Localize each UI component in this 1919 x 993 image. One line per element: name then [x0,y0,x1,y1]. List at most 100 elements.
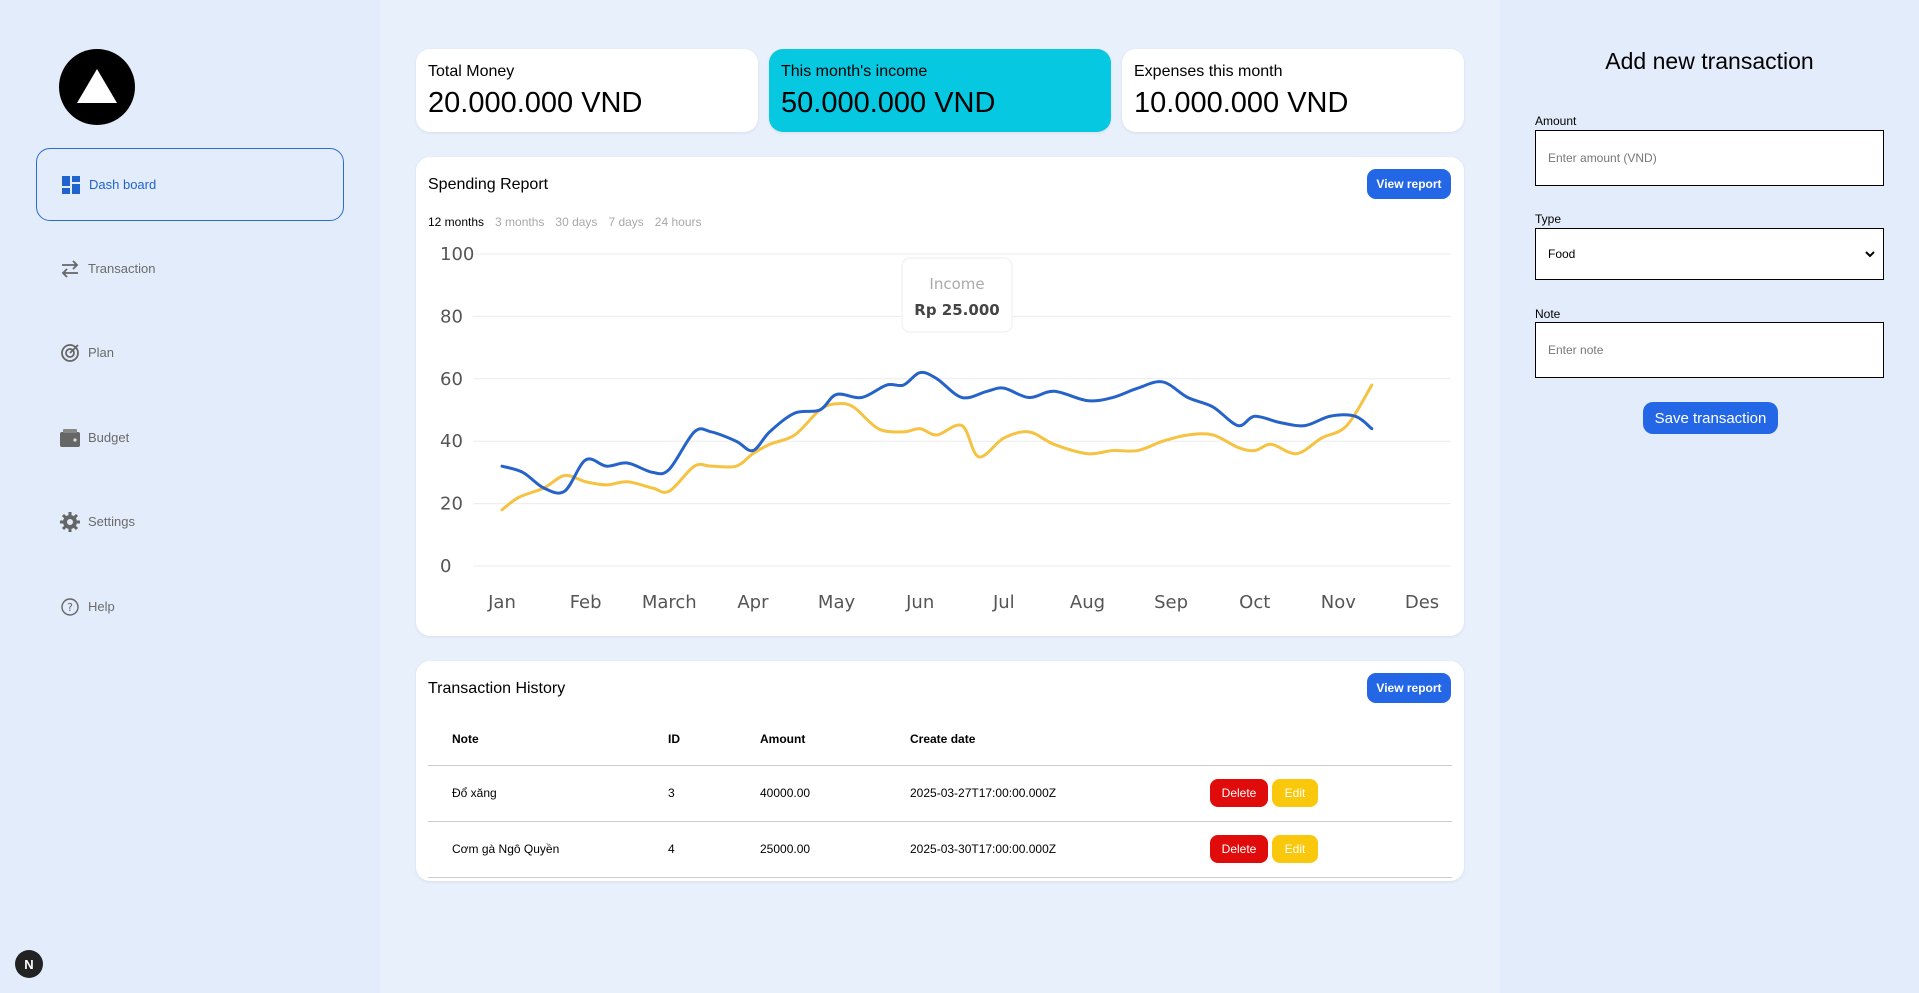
note-input[interactable]: Enter note [1535,322,1884,378]
column-header-amount: Amount [760,731,806,746]
expenses-card: Expenses this month 10.000.000 VND [1122,49,1464,132]
dashboard-icon [61,175,81,195]
cell-amount: 40000.00 [760,764,910,821]
sidebar-item-plan[interactable]: Plan [36,316,344,389]
card-value: 50.000.000 VND [781,87,996,119]
type-select[interactable]: Food [1535,228,1884,280]
svg-text:?: ? [67,601,73,614]
transfer-arrows-icon [60,259,80,279]
column-header-actions [1210,713,1452,765]
dev-badge[interactable]: N [15,950,43,978]
note-label: Note [1535,307,1561,321]
chart-tooltip [901,257,1013,333]
amount-label: Amount [1535,114,1577,128]
y-tick-label: 100 [440,244,474,265]
period-tabs: 12 months 3 months 30 days 7 days 24 hou… [428,215,702,229]
form-title: Add new transaction [1605,48,1814,74]
help-icon: ? [60,597,80,617]
x-tick-label: Des [1405,592,1439,613]
table-row: Cơm gà Ngô Quyền 4 25000.00 2025-03-30T1… [428,820,1452,878]
spending-report-panel: Spending Report View report 12 months 3 … [416,157,1464,636]
transaction-history-panel: Transaction History View report Note ID … [416,661,1464,881]
sidebar: Dash board Transaction Plan Budget Setti… [0,0,380,993]
cell-note: Đổ xăng [428,764,668,821]
edit-button[interactable]: Edit [1272,779,1318,807]
card-value: 20.000.000 VND [428,87,643,119]
series-line [500,370,1374,495]
y-tick-label: 40 [440,431,463,452]
x-tick-label: March [642,592,697,613]
amount-placeholder: Enter amount (VND) [1548,151,1657,165]
table-header-row: Note ID Amount Create date [428,713,1452,765]
tab-7-days[interactable]: 7 days [608,215,643,229]
cell-id: 3 [668,764,760,821]
tab-30-days[interactable]: 30 days [555,215,597,229]
sidebar-item-settings[interactable]: Settings [36,485,344,558]
cell-date: 2025-03-30T17:00:00.000Z [910,820,1210,878]
history-title: Transaction History [428,680,566,697]
cell-date: 2025-03-27T17:00:00.000Z [910,764,1210,821]
x-tick-label: Jan [487,592,516,613]
tooltip-label: Income [929,275,984,293]
delete-button[interactable]: Delete [1210,835,1268,863]
column-header-create-date: Create date [910,731,976,746]
sidebar-item-label: Settings [88,514,135,529]
x-tick-label: May [818,592,856,613]
x-tick-label: Nov [1321,592,1356,613]
income-card: This month's income 50.000.000 VND [769,49,1111,132]
wallet-icon [60,428,80,448]
column-header-id: ID [668,731,680,746]
chevron-down-icon [1865,247,1875,261]
y-tick-label: 0 [440,556,451,577]
tab-12-months[interactable]: 12 months [428,215,484,229]
sidebar-item-label: Plan [88,345,115,360]
add-transaction-panel: Add new transaction Amount Enter amount … [1500,0,1919,993]
app-logo [59,49,135,125]
x-tick-label: Aug [1070,592,1105,613]
x-tick-label: Oct [1239,592,1270,613]
note-placeholder: Enter note [1548,343,1604,357]
delete-button[interactable]: Delete [1210,779,1268,807]
cell-id: 4 [668,820,760,878]
x-tick-label: Sep [1154,592,1188,613]
cell-amount: 25000.00 [760,820,910,878]
view-report-button[interactable]: View report [1367,169,1451,199]
edit-button[interactable]: Edit [1272,835,1318,863]
sidebar-item-dashboard[interactable]: Dash board [36,148,344,221]
y-tick-label: 80 [440,306,463,327]
sidebar-item-label: Help [88,599,115,614]
sidebar-item-budget[interactable]: Budget [36,401,344,474]
type-label: Type [1535,212,1562,226]
type-selected-value: Food [1548,247,1576,261]
gear-icon [60,511,80,532]
amount-input[interactable]: Enter amount (VND) [1535,130,1884,186]
report-title: Spending Report [428,176,549,193]
y-tick-label: 20 [440,494,463,515]
tooltip-value: Rp 25.000 [914,301,999,319]
cell-actions: Delete Edit [1210,764,1452,821]
transaction-table: Note ID Amount Create date Đổ xăng 3 400… [428,713,1452,878]
x-tick-label: Jun [905,592,934,613]
tab-3-months[interactable]: 3 months [495,215,544,229]
card-label: This month's income [781,63,928,80]
tab-24-hours[interactable]: 24 hours [655,215,702,229]
card-value: 10.000.000 VND [1134,87,1349,119]
save-transaction-button[interactable]: Save transaction [1643,402,1778,434]
column-header-note: Note [452,731,479,746]
x-tick-label: Jul [992,592,1015,613]
sidebar-item-help[interactable]: ? Help [36,570,344,643]
x-tick-label: Apr [737,592,769,613]
sidebar-item-label: Budget [88,430,130,445]
sidebar-item-transaction[interactable]: Transaction [36,232,344,305]
x-tick-label: Feb [570,592,602,613]
card-label: Expenses this month [1134,63,1283,80]
cell-note: Cơm gà Ngô Quyền [428,820,668,878]
card-label: Total Money [428,63,515,80]
sidebar-item-label: Dash board [89,177,157,192]
y-tick-label: 60 [440,369,463,390]
spending-line-chart: 0 20 40 60 80 100 Jan Feb March Apr May Jun Jul Aug Se… [440,244,1451,613]
view-history-report-button[interactable]: View report [1367,673,1451,703]
cell-actions: Delete Edit [1210,820,1452,878]
series-line [500,383,1374,512]
sidebar-item-label: Transaction [88,261,156,276]
